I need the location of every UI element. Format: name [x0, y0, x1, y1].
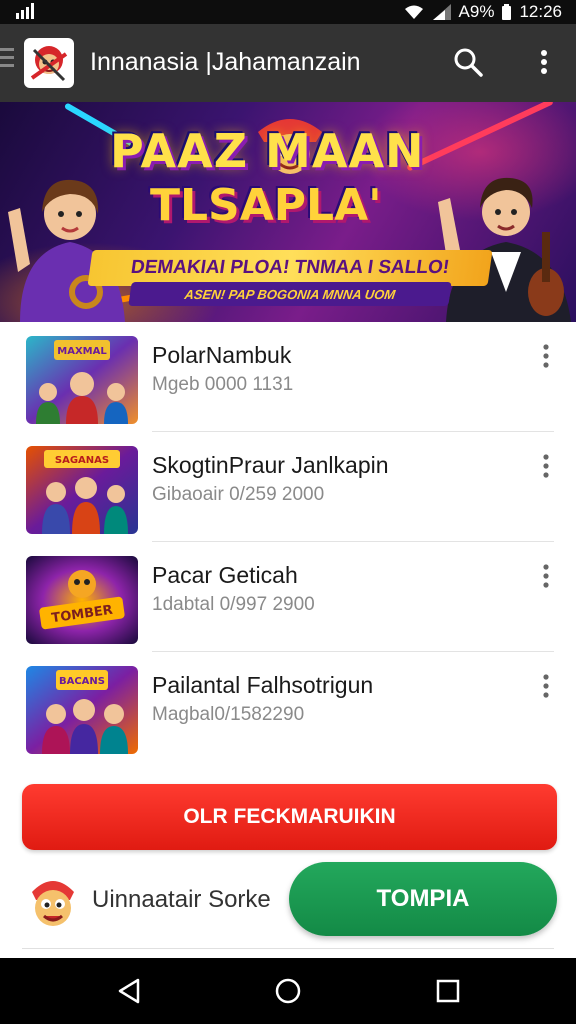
game-meta: Magbal0/1582290 — [152, 704, 305, 725]
status-bar: A9% 12:26 — [0, 0, 576, 24]
game-title: Pailantal Falhsotrigun — [152, 672, 374, 698]
app-bar: Innanasia |Jahamanzain — [0, 24, 576, 102]
game-thumbnail: SAGANAS — [26, 446, 138, 534]
banner-headline-2: TLSAPLA' — [150, 180, 382, 231]
recents-icon[interactable] — [432, 975, 464, 1007]
item-more-icon[interactable] — [536, 562, 556, 592]
game-meta: 1dabtal 0/997 2900 — [152, 594, 315, 615]
clock: 12:26 — [519, 2, 562, 21]
app-logo[interactable] — [24, 38, 74, 88]
cell-signal-icon — [432, 4, 451, 20]
list-item[interactable]: SAGANAS SkogtinPraur Janlkapin Gibaoair … — [0, 432, 576, 542]
thumb-label: BACANS — [59, 676, 105, 687]
battery-level: A9% — [458, 2, 495, 21]
hero-banner[interactable]: PAAZ MAAN TLSAPLA' DEMAKIAI PLOA! TNMAA … — [0, 102, 576, 322]
mascot-logo-icon — [26, 872, 80, 930]
battery-icon — [502, 4, 512, 20]
divider — [22, 948, 554, 949]
back-icon[interactable] — [114, 975, 146, 1007]
list-item[interactable]: BACANS Pailantal Falhsotrigun Magbal0/15… — [0, 652, 576, 762]
thumb-label: SAGANAS — [55, 455, 109, 466]
game-thumbnail: BACANS — [26, 666, 138, 754]
system-nav-bar — [0, 958, 576, 1024]
home-icon[interactable] — [272, 975, 304, 1007]
list-item[interactable]: MAXMAL PolarNambuk Mgeb 0000 1131 — [0, 322, 576, 432]
menu-icon[interactable] — [0, 48, 14, 78]
primary-cta-button[interactable]: OLR FECKMARUIKIN — [22, 784, 557, 850]
game-meta: Gibaoair 0/259 2000 — [152, 484, 325, 505]
banner-headline-1: PAAZ MAAN — [110, 124, 425, 178]
game-title: Pacar Geticah — [152, 562, 298, 588]
banner-character-right — [436, 142, 576, 322]
screen: A9% 12:26 Innanasia |Jahamanzain PAAZ MA… — [0, 0, 576, 1024]
app-title: Innanasia |Jahamanzain — [90, 48, 361, 76]
banner-ribbon: DEMAKIAI PLOA! TNMAA I SALLO! — [87, 250, 493, 286]
game-title: SkogtinPraur Janlkapin — [152, 452, 389, 478]
green-action-button[interactable]: TOMPIA — [289, 862, 557, 936]
game-title: PolarNambuk — [152, 342, 292, 368]
game-meta: Mgeb 0000 1131 — [152, 374, 294, 395]
item-more-icon[interactable] — [536, 342, 556, 372]
more-vert-icon[interactable] — [530, 44, 558, 80]
item-more-icon[interactable] — [536, 672, 556, 702]
game-thumbnail: MAXMAL — [26, 336, 138, 424]
game-thumbnail: TOMBER — [26, 556, 138, 644]
wifi-icon — [403, 4, 425, 20]
search-icon[interactable] — [450, 44, 486, 80]
banner-subline: ASEN! PAP BOGONIA MNNA UOM — [128, 282, 452, 306]
game-list: MAXMAL PolarNambuk Mgeb 0000 1131 SAGANA… — [0, 322, 576, 762]
secondary-text: Uinnaatair Sorke — [92, 886, 271, 913]
bottom-action-row: Uinnaatair Sorke TOMPIA — [0, 858, 576, 954]
item-more-icon[interactable] — [536, 452, 556, 482]
list-item[interactable]: TOMBER Pacar Geticah 1dabtal 0/997 2900 — [0, 542, 576, 652]
signal-bars-icon — [16, 3, 36, 24]
thumb-label: MAXMAL — [57, 346, 107, 357]
